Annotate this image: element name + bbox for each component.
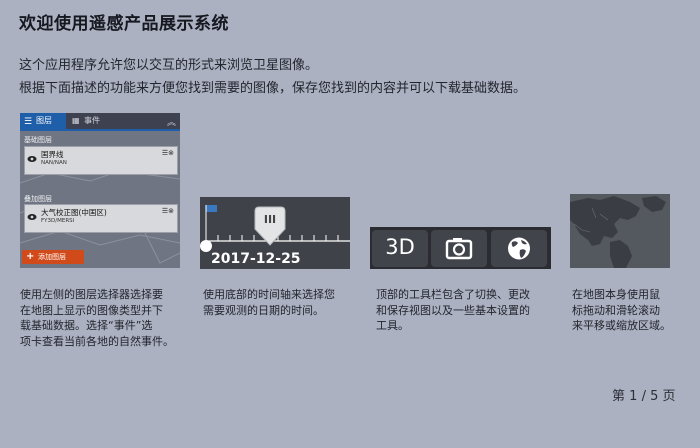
tab-layers[interactable]: ☰ 图层 (20, 113, 66, 129)
layers-desc-line: 使用左侧的图层选择器选择要 (20, 288, 163, 301)
toolbar-description: 顶部的工具栏包含了切换、更改 和保存视图以及一些基本设置的 工具。 (376, 287, 556, 334)
calendar-icon: ▦ (72, 116, 80, 125)
timeline-illustration: III 2017-12-25 (200, 197, 350, 269)
camera-icon (445, 238, 473, 260)
timeline-description: 使用底部的时间轴来选择您 需要观测的日期的时间。 (203, 287, 363, 318)
timeline-handle-grip[interactable]: III (255, 213, 285, 226)
pager-suffix: 页 (662, 389, 676, 404)
map-illustration (570, 194, 670, 268)
layer-options-icon[interactable]: ☰⊗ (162, 149, 174, 157)
pager-total: 5 (650, 389, 659, 404)
timeline-desc-line: 需要观测的日期的时间。 (203, 303, 324, 317)
layers-desc-line: 在地图上显示的图像类型并下 (20, 303, 163, 317)
world-map-image (570, 194, 670, 268)
toolbar-illustration: 3D (370, 227, 551, 269)
tab-underline (20, 129, 180, 131)
globe-button[interactable] (491, 230, 547, 267)
toolbar-desc-line: 和保存视图以及一些基本设置的 (376, 303, 530, 317)
section-base-layers: 基础图层 (24, 136, 52, 144)
dialog-title: 欢迎使用遥感产品展示系统 (19, 14, 229, 34)
layers-desc-line: 项卡查看当前各地的自然事件。 (20, 334, 174, 348)
base-layer-item[interactable]: 国界线 NAN/NAN ☰⊗ (24, 146, 178, 175)
snapshot-button[interactable] (431, 230, 487, 267)
overlay-layer-source: FY3D/MERSI (41, 218, 75, 224)
layers-description: 使用左侧的图层选择器选择要 在地图上显示的图像类型并下 载基础数据。选择“事件”… (20, 287, 190, 349)
welcome-dialog: 欢迎使用遥感产品展示系统 这个应用程序允许您以交互的形式来浏览卫星图像。 根据下… (0, 0, 700, 448)
flag-marker (206, 205, 217, 212)
list-icon: ☰ (24, 117, 33, 127)
section-overlay-layers: 叠加图层 (24, 195, 52, 203)
overlay-layer-item[interactable]: 大气校正图(中国区) FY3D/MERSI ☰⊗ (24, 204, 178, 233)
map-desc-line: 来平移或缩放区域。 (572, 319, 671, 332)
timeline-desc-line: 使用底部的时间轴来选择您 (203, 288, 335, 301)
plus-icon: + (26, 251, 35, 262)
intro-line-1: 这个应用程序允许您以交互的形式来浏览卫星图像。 (19, 58, 319, 73)
map-desc-line: 标拖动和滑轮滚动 (572, 303, 660, 317)
eye-icon[interactable] (27, 212, 37, 222)
map-description: 在地图本身使用鼠 标拖动和滑轮滚动 来平移或缩放区域。 (572, 287, 682, 334)
layer-options-icon[interactable]: ☰⊗ (162, 207, 174, 215)
intro-line-2: 根据下面描述的功能来方便您找到需要的图像，保存您找到的内容并可以下载基础数据。 (19, 81, 527, 96)
toolbar-desc-line: 工具。 (376, 319, 409, 332)
tab-layers-label: 图层 (36, 116, 52, 125)
page-indicator: 第 1 / 5 页 (612, 385, 676, 404)
layers-desc-line: 载基础数据。选择“事件”选 (20, 319, 153, 332)
eye-icon[interactable] (27, 154, 37, 164)
pager-separator: / (641, 389, 646, 404)
layer-picker-illustration: ☰ 图层 ▦ 事件 ︽ 基础图层 国界线 NAN/NAN ☰⊗ 叠加图层 大气校… (20, 113, 180, 268)
overlay-layer-name: 大气校正图(中国区) (41, 208, 107, 217)
map-desc-line: 在地图本身使用鼠 (572, 288, 660, 301)
tab-events[interactable]: ▦ 事件 (72, 113, 122, 129)
layer-tabs: ☰ 图层 ▦ 事件 ︽ (20, 113, 180, 129)
toolbar-desc-line: 顶部的工具栏包含了切换、更改 (376, 288, 530, 301)
add-layer-button[interactable]: + 添加图层 (22, 250, 84, 264)
pager-current: 1 (629, 389, 638, 404)
base-layer-source: NAN/NAN (41, 160, 67, 166)
toggle-3d-label: 3D (385, 235, 415, 259)
tab-events-label: 事件 (84, 116, 100, 125)
toggle-3d-button[interactable]: 3D (372, 230, 428, 267)
base-layer-name: 国界线 (41, 150, 64, 159)
collapse-icon[interactable]: ︽ (167, 115, 176, 128)
add-layer-label: 添加图层 (38, 253, 66, 261)
globe-icon (508, 237, 530, 260)
timeline-date: 2017-12-25 (211, 251, 301, 267)
pager-prefix: 第 (612, 389, 626, 404)
